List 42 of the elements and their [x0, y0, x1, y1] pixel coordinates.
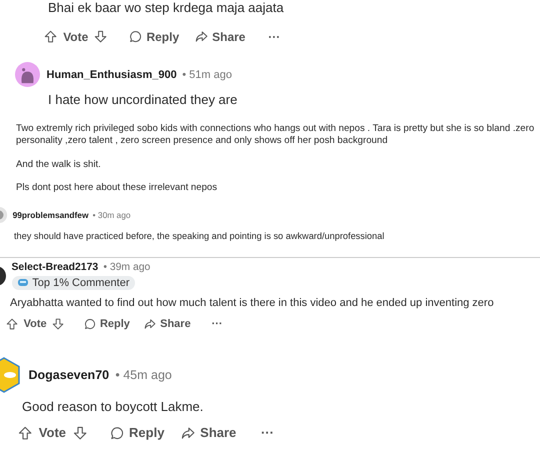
comment-text: I hate how uncordinated they are: [48, 92, 238, 108]
comment-text: they should have practiced before, the speaking and pointing is so awkward/unprofessional: [14, 231, 386, 243]
flair-text: Top 1% Commenter: [32, 276, 130, 289]
downvote-icon[interactable]: [72, 426, 87, 440]
more-options-button[interactable]: ···: [256, 424, 280, 442]
vote-label: Vote: [24, 318, 47, 330]
reply-button[interactable]: Reply: [124, 28, 184, 46]
username[interactable]: Human_Enthusiasm_900: [46, 68, 177, 80]
more-options-button[interactable]: ···: [207, 317, 227, 332]
upvote-icon[interactable]: [44, 30, 58, 44]
vote-label: Vote: [63, 30, 88, 44]
comment-time: • 51m ago: [182, 68, 232, 80]
comment-text: Good reason to boycott Lakme.: [22, 399, 204, 416]
downvote-icon[interactable]: [52, 318, 64, 330]
username[interactable]: Dogaseven70: [28, 368, 110, 382]
comment-text: Bhai ek baar wo step krdega maja aajata: [48, 0, 285, 17]
share-arrow-icon: [144, 318, 156, 330]
upvote-icon[interactable]: [6, 318, 18, 330]
reply-button[interactable]: Reply: [80, 317, 134, 332]
vote-label: Vote: [38, 425, 66, 440]
share-arrow-icon: [181, 426, 196, 440]
share-button[interactable]: Share: [140, 317, 196, 332]
commenter-badge-icon: [17, 278, 29, 288]
comment-text: Aryabhatta wanted to find out how much talent is there in this video and he ended up inventing zero: [10, 296, 495, 310]
comment-text: Pls dont post here about these irrelevant nepos: [16, 182, 218, 195]
comment-text: Two extremly rich privileged sobo kids with connections who hangs out with nepos . Tara is pretty but she is so bland .zero personality ,zero talent , zero screen presence and only shows off her posh background: [16, 123, 536, 148]
reply-button[interactable]: Reply: [105, 424, 170, 442]
share-button[interactable]: Share: [190, 28, 250, 46]
more-options-button[interactable]: ···: [263, 28, 286, 46]
share-button[interactable]: Share: [176, 424, 242, 442]
comment-time: • 45m ago: [115, 368, 172, 382]
speech-bubble-icon: [84, 318, 96, 330]
downvote-icon[interactable]: [94, 30, 108, 44]
share-arrow-icon: [194, 30, 208, 44]
username[interactable]: Select-Bread2173: [12, 262, 98, 273]
upvote-icon[interactable]: [18, 426, 32, 440]
speech-bubble-icon: [129, 30, 142, 44]
username[interactable]: 99problemsandfew: [12, 210, 88, 220]
comment-text: And the walk is shit.: [16, 158, 102, 172]
comment-time: • 39m ago: [103, 262, 150, 273]
comment-time: • 30m ago: [92, 210, 131, 220]
speech-bubble-icon: [110, 426, 124, 440]
